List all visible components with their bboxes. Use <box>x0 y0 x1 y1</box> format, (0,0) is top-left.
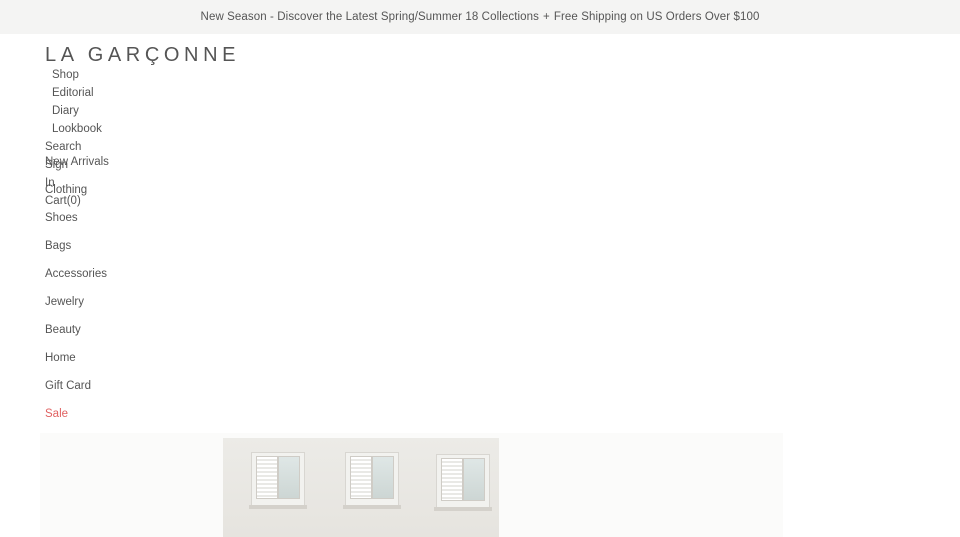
menu-item-clothing[interactable]: Clothing <box>45 183 87 197</box>
building-windows-image[interactable] <box>223 438 499 537</box>
menu-item-home[interactable]: Home <box>45 351 76 365</box>
announcement-bar: New Season - Discover the Latest Spring/… <box>0 0 960 34</box>
menu-item-accessories[interactable]: Accessories <box>45 267 107 281</box>
menu-item-jewelry[interactable]: Jewelry <box>45 295 84 309</box>
menu-item-shoes[interactable]: Shoes <box>45 211 78 225</box>
search-link[interactable]: Search <box>45 140 81 154</box>
menu-item-beauty[interactable]: Beauty <box>45 323 81 337</box>
announcement-separator: + <box>543 11 550 23</box>
nav-item-editorial[interactable]: Editorial <box>52 86 94 100</box>
window-graphic <box>343 452 401 509</box>
window-graphic <box>249 452 307 509</box>
announcement-season-text[interactable]: New Season - Discover the Latest Spring/… <box>201 11 539 23</box>
hero-banner <box>40 433 783 537</box>
nav-item-lookbook[interactable]: Lookbook <box>52 122 102 136</box>
brand-logo[interactable]: LA GARÇONNE <box>45 44 240 67</box>
nav-item-shop[interactable]: Shop <box>52 68 79 82</box>
menu-item-bags[interactable]: Bags <box>45 239 71 253</box>
menu-item-new-arrivals[interactable]: New Arrivals <box>45 155 109 169</box>
menu-item-gift-card[interactable]: Gift Card <box>45 379 91 393</box>
announcement-shipping-text[interactable]: Free Shipping on US Orders Over $100 <box>554 11 760 23</box>
menu-item-sale[interactable]: Sale <box>45 407 68 421</box>
nav-item-diary[interactable]: Diary <box>52 104 79 118</box>
window-graphic <box>434 454 492 511</box>
